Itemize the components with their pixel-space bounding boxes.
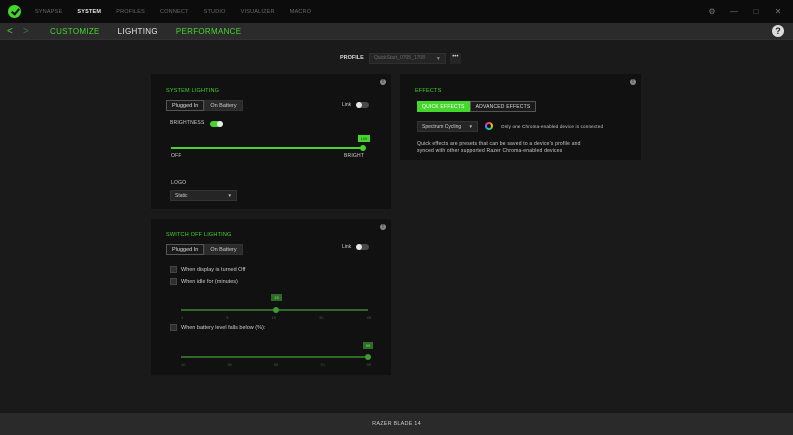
profile-dropdown[interactable]: QuickStart_0705_1708 ▼: [368, 52, 446, 64]
tab-quick-effects[interactable]: QUICK EFFECTS: [417, 101, 470, 112]
battery-label: When battery level falls below (%):: [181, 324, 266, 331]
info-icon[interactable]: !: [630, 79, 636, 85]
topnav-profiles[interactable]: PROFILES: [116, 9, 145, 15]
effect-dropdown-value: Spectrum Cycling: [422, 123, 462, 130]
brightness-label: BRIGHTNESS: [170, 120, 205, 126]
link-row: Link: [342, 102, 370, 108]
info-icon[interactable]: !: [380, 224, 386, 230]
battery-slider-thumb[interactable]: [365, 354, 371, 360]
profile-dropdown-value: QuickStart_0705_1708: [373, 55, 425, 61]
topnav-system[interactable]: SYSTEM: [77, 9, 101, 15]
checkbox-box: [170, 266, 177, 273]
idle-slider-thumb[interactable]: [273, 307, 279, 313]
battery-slider-track[interactable]: [181, 356, 368, 358]
brightness-min-label: OFF: [171, 153, 182, 159]
tick-label: 5: [226, 315, 229, 320]
battery-ticks: 10 30 50 70 99: [181, 362, 371, 367]
logo-effect-value: Static: [175, 192, 188, 199]
top-navigation-bar: SYNAPSE SYSTEM PROFILES CONNECT STUDIO V…: [0, 0, 793, 23]
tick-label: 1: [181, 315, 184, 320]
topnav-synapse[interactable]: SYNAPSE: [35, 9, 62, 15]
tab-on-battery[interactable]: On Battery: [204, 244, 243, 255]
device-footer: RAZER BLADE 14: [0, 413, 793, 435]
brightness-slider-thumb[interactable]: [360, 145, 366, 151]
chroma-icon: [485, 122, 493, 130]
system-lighting-title: SYSTEM LIGHTING: [166, 88, 220, 94]
effect-dropdown[interactable]: Spectrum Cycling ▼: [417, 121, 478, 132]
tick-label: 15: [271, 315, 276, 320]
tab-plugged-in[interactable]: Plugged In: [166, 244, 205, 255]
system-lighting-panel: ! SYSTEM LIGHTING Plugged In On Battery …: [151, 74, 391, 209]
brightness-toggle[interactable]: [210, 121, 223, 127]
help-icon[interactable]: ?: [772, 25, 784, 37]
topnav-studio[interactable]: STUDIO: [204, 9, 226, 15]
tick-label: 70: [320, 362, 325, 367]
idle-checkbox[interactable]: When idle for (minutes): [170, 278, 238, 285]
settings-icon[interactable]: ⚙: [707, 7, 717, 16]
link-toggle[interactable]: [356, 102, 370, 108]
info-icon[interactable]: !: [380, 79, 386, 85]
brightness-max-label: BRIGHT: [344, 153, 365, 159]
link-row: Link: [342, 244, 370, 250]
razer-logo-icon: [8, 5, 21, 18]
chevron-down-icon: ▼: [227, 193, 232, 198]
brightness-value-badge: 100: [358, 135, 370, 142]
device-name[interactable]: RAZER BLADE 14: [372, 421, 421, 427]
switch-off-lighting-panel: ! SWITCH OFF LIGHTING Plugged In On Batt…: [151, 219, 391, 375]
tab-customize[interactable]: CUSTOMIZE: [50, 27, 100, 36]
tab-advanced-effects[interactable]: ADVANCED EFFECTS: [469, 101, 537, 112]
tab-on-battery[interactable]: On Battery: [204, 100, 243, 111]
topnav-macro[interactable]: MACRO: [290, 9, 311, 15]
profile-more-button[interactable]: •••: [449, 52, 461, 64]
close-icon[interactable]: ✕: [773, 7, 783, 16]
window-controls: ⚙ — □ ✕: [707, 0, 783, 23]
tick-label: 99: [366, 362, 371, 367]
minimize-icon[interactable]: —: [729, 7, 739, 16]
tab-lighting[interactable]: LIGHTING: [118, 27, 158, 36]
idle-ticks: 1 5 15 30 45: [181, 315, 371, 320]
logo-effect-dropdown[interactable]: Static ▼: [170, 190, 237, 201]
tick-label: 30: [227, 362, 232, 367]
battery-checkbox[interactable]: When battery level falls below (%):: [170, 324, 265, 331]
tab-performance[interactable]: PERFORMANCE: [176, 27, 242, 36]
chroma-note: Only one Chroma-enabled device is connec…: [501, 124, 604, 129]
display-off-label: When display is turned Off: [181, 266, 246, 273]
system-lighting-tabs: Plugged In On Battery: [166, 100, 243, 111]
chevron-down-icon: ▼: [435, 55, 441, 62]
brightness-slider-track[interactable]: [171, 147, 362, 149]
idle-value-badge: 15: [271, 294, 282, 301]
link-label: Link: [342, 244, 352, 250]
switch-off-lighting-title: SWITCH OFF LIGHTING: [166, 232, 232, 238]
effects-description-line2: synced with other supported Razer Chroma…: [417, 148, 563, 154]
effects-panel: ! EFFECTS QUICK EFFECTS ADVANCED EFFECTS…: [400, 74, 641, 160]
tick-label: 30: [319, 315, 324, 320]
battery-value-badge: 99: [363, 342, 373, 349]
link-label: Link: [342, 102, 352, 108]
profile-label: PROFILE: [340, 55, 364, 61]
maximize-icon[interactable]: □: [751, 7, 761, 16]
chevron-down-icon: ▼: [468, 124, 473, 129]
effects-tabs: QUICK EFFECTS ADVANCED EFFECTS: [417, 101, 537, 112]
checkbox-box: [170, 278, 177, 285]
forward-arrow-icon[interactable]: >: [23, 26, 31, 37]
topnav-connect[interactable]: CONNECT: [160, 9, 189, 15]
back-arrow-icon[interactable]: <: [7, 26, 15, 37]
tick-label: 10: [181, 362, 186, 367]
profile-row: PROFILE QuickStart_0705_1708 ▼ •••: [340, 52, 461, 64]
tick-label: 45: [366, 315, 371, 320]
switch-off-tabs: Plugged In On Battery: [166, 244, 243, 255]
link-toggle[interactable]: [356, 244, 370, 250]
idle-label: When idle for (minutes): [181, 278, 238, 285]
logo-label: LOGO: [171, 180, 187, 186]
checkbox-box: [170, 324, 177, 331]
display-off-checkbox[interactable]: When display is turned Off: [170, 266, 245, 273]
topnav-visualizer[interactable]: VISUALIZER: [241, 9, 275, 15]
sub-navigation-bar: < > CUSTOMIZE LIGHTING PERFORMANCE ?: [0, 23, 793, 40]
effects-description-line1: Quick effects are presets that can be sa…: [417, 141, 581, 147]
tab-plugged-in[interactable]: Plugged In: [166, 100, 205, 111]
effects-title: EFFECTS: [415, 88, 442, 94]
tick-label: 50: [273, 362, 279, 367]
